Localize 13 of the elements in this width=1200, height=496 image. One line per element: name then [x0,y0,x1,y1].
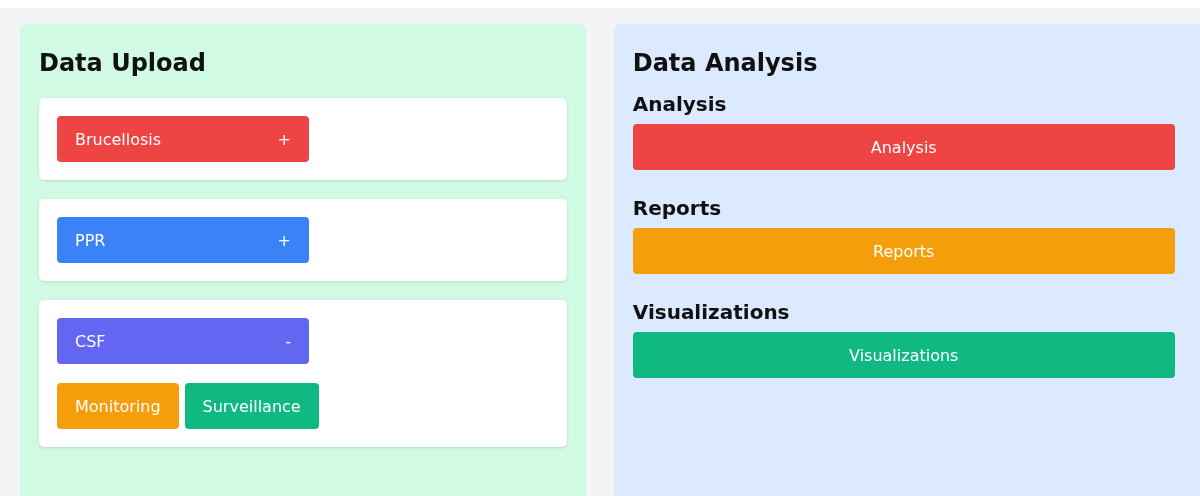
disease-toggle-button[interactable]: PPR + [57,217,309,263]
section-heading: Analysis [632,91,728,118]
upload-option-button[interactable]: Monitoring [57,383,179,429]
disease-toggle-button[interactable]: CSF - [57,318,309,364]
panel-title: Data Analysis [632,48,819,79]
section-button[interactable]: Reports [632,228,1175,274]
section-button[interactable]: Visualizations [632,332,1175,378]
upload-option-button[interactable]: Surveillance [184,383,319,429]
disease-toggle-button[interactable]: Brucellosis + [57,116,309,162]
section-heading: Reports [632,195,723,222]
section-button[interactable]: Analysis [632,124,1175,170]
panel-title: Data Upload [39,48,207,79]
section-heading: Visualizations [632,299,791,326]
